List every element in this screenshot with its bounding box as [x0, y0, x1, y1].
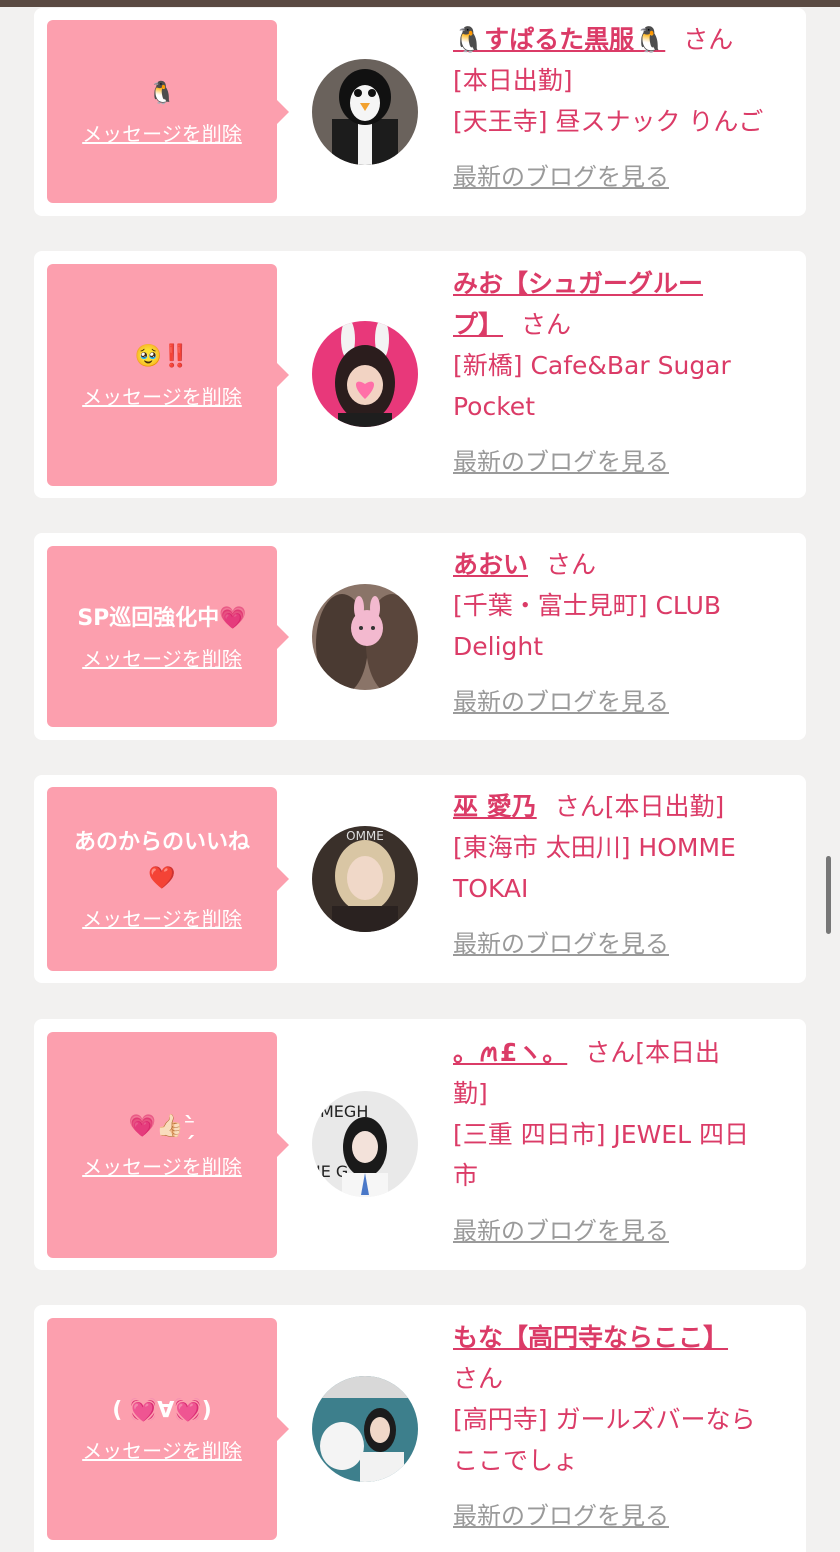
latest-blog-link[interactable]: 最新のブログを見る	[453, 442, 669, 483]
cast-info: 🐧すぱるた黒服🐧 さん [本日出勤] [天王寺] 昼スナック りんご 最新のブログ…	[453, 19, 795, 198]
cast-info: 。ꪔ£ヽ。 さん[本日出 勤] [三重 四日市] JEWEL 四日 市 最新のブロ…	[453, 1032, 795, 1252]
message-text: 🥹‼️	[134, 344, 190, 369]
cast-shop: [三重 四日市] JEWEL 四日	[453, 1120, 749, 1149]
cast-info: もな【高円寺ならここ】 さん [高円寺] ガールズバーなら ここでしょ 最新のブ…	[453, 1317, 795, 1537]
cast-name-link[interactable]: 巫 愛乃	[453, 792, 537, 821]
avatar[interactable]: MEGH IE G	[312, 1091, 418, 1197]
message-text: 🐧	[148, 80, 176, 106]
message-bubble: 💗👍🏻⁻̗̀ メッセージを削除	[47, 1032, 289, 1258]
cast-name-suffix: さん[本日出勤]	[554, 792, 725, 821]
cast-shop: [高円寺] ガールズバーなら	[453, 1405, 756, 1434]
delete-message-link[interactable]: メッセージを削除	[82, 1437, 242, 1465]
cast-shop-cont: Delight	[453, 632, 544, 661]
message-card: 🥹‼️ メッセージを削除 みお【シュガーグルー プ】 さん [新橋] Cafe&B…	[34, 251, 806, 498]
cast-shop-cont: ここでしょ	[453, 1446, 579, 1475]
delete-message-link[interactable]: メッセージを削除	[82, 645, 242, 673]
cast-info: あおい さん [千葉・富士見町] CLUB Delight 最新のブログを見る	[453, 544, 795, 723]
latest-blog-link[interactable]: 最新のブログを見る	[453, 682, 669, 723]
svg-text:OMME: OMME	[346, 829, 384, 843]
message-text: あのからのいいね	[73, 830, 250, 855]
cast-shop-cont: TOKAI	[453, 874, 529, 903]
honorific: さん	[453, 1364, 504, 1393]
message-card: SP巡回強化中💗 メッセージを削除 あおい さん [千葉・富士見町] CLUB D…	[34, 533, 806, 740]
cast-shop: [新橋] Cafe&Bar Sugar	[453, 351, 731, 380]
cast-name-link[interactable]: あおい	[453, 550, 528, 579]
message-text: SP巡回強化中💗	[77, 605, 247, 631]
cast-shop: [東海市 太田川] HOMME	[453, 833, 736, 862]
cast-name-suffix: さん[本日出	[585, 1038, 721, 1067]
message-bubble: 🥹‼️ メッセージを削除	[47, 264, 289, 486]
cast-name-link[interactable]: もな【高円寺ならここ】	[453, 1323, 728, 1352]
delete-message-link[interactable]: メッセージを削除	[82, 905, 242, 933]
cast-name-link-cont[interactable]: プ】	[453, 310, 503, 339]
message-card: 🐧 メッセージを削除 🐧すぱるた黒服🐧 さん [本日出勤] [天王寺] 昼スナック…	[34, 8, 806, 216]
cast-shop: [天王寺] 昼スナック りんご	[453, 107, 764, 136]
message-bubble: 🐧 メッセージを削除	[47, 20, 289, 203]
scrollbar[interactable]	[826, 856, 831, 934]
honorific: さん	[683, 25, 734, 54]
message-card: あのからのいいね ❤️ メッセージを削除 OMME 巫 愛乃 さん[本日出勤] […	[34, 775, 806, 983]
delete-message-link[interactable]: メッセージを削除	[82, 120, 242, 148]
latest-blog-link[interactable]: 最新のブログを見る	[453, 157, 669, 198]
honorific: さん	[521, 310, 572, 339]
message-bubble: あのからのいいね ❤️ メッセージを削除	[47, 787, 289, 971]
cast-info: みお【シュガーグルー プ】 さん [新橋] Cafe&Bar Sugar Pock…	[453, 263, 795, 483]
top-header-edge	[0, 0, 840, 7]
delete-message-link[interactable]: メッセージを削除	[82, 383, 242, 411]
avatar[interactable]	[312, 59, 418, 165]
cast-name-link[interactable]: 🐧すぱるた黒服🐧	[453, 25, 665, 54]
cast-shop: [千葉・富士見町] CLUB	[453, 591, 722, 620]
message-text: 💗👍🏻⁻̗̀	[128, 1114, 196, 1139]
avatar[interactable]: OMME	[312, 826, 418, 932]
latest-blog-link[interactable]: 最新のブログを見る	[453, 1496, 669, 1537]
message-text-cont: ❤️	[148, 866, 176, 891]
message-card: ( 💓∀💓) メッセージを削除 もな【高円寺ならここ】 さん [高円寺] ガール…	[34, 1305, 806, 1552]
message-text: ( 💓∀💓)	[112, 1398, 212, 1423]
cast-name-link[interactable]: みお【シュガーグルー	[453, 269, 703, 298]
message-card: 💗👍🏻⁻̗̀ メッセージを削除 MEGH IE G 。ꪔ£ヽ。 さん[本日出 勤]…	[34, 1019, 806, 1270]
message-bubble: SP巡回強化中💗 メッセージを削除	[47, 546, 289, 727]
cast-status: [本日出勤]	[453, 66, 573, 95]
avatar[interactable]	[312, 1376, 418, 1482]
cast-shop-cont: Pocket	[453, 392, 535, 421]
cast-status: 勤]	[453, 1079, 488, 1108]
cast-shop-cont: 市	[453, 1161, 479, 1190]
delete-message-link[interactable]: メッセージを削除	[82, 1153, 242, 1181]
cast-info: 巫 愛乃 さん[本日出勤] [東海市 太田川] HOMME TOKAI 最新のブロ…	[453, 786, 795, 965]
message-bubble: ( 💓∀💓) メッセージを削除	[47, 1318, 289, 1540]
honorific: さん	[546, 550, 597, 579]
latest-blog-link[interactable]: 最新のブログを見る	[453, 1211, 669, 1252]
avatar[interactable]	[312, 321, 418, 427]
avatar[interactable]	[312, 584, 418, 690]
latest-blog-link[interactable]: 最新のブログを見る	[453, 924, 669, 965]
cast-name-link[interactable]: 。ꪔ£ヽ。	[453, 1038, 567, 1067]
